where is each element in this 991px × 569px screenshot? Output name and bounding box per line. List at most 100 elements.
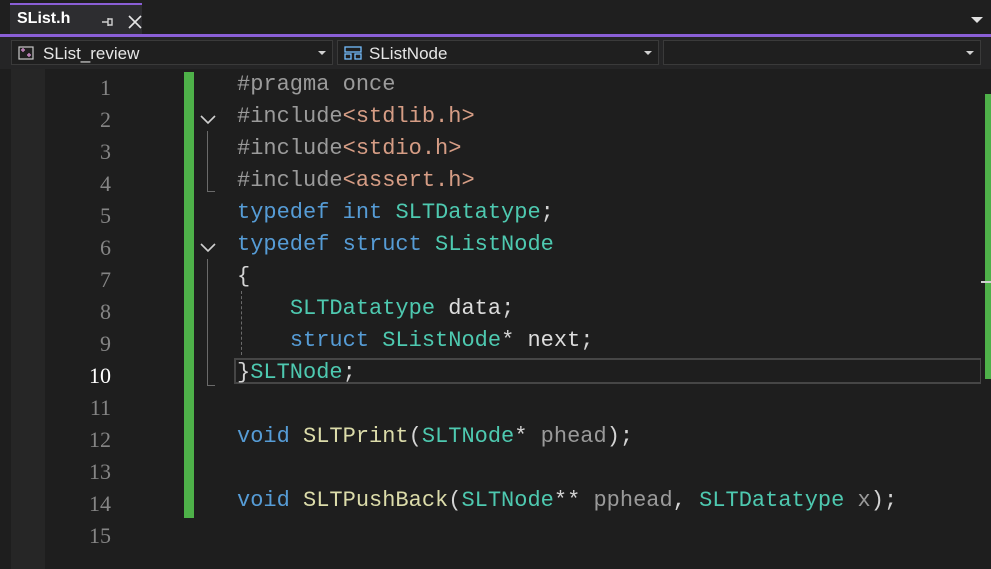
punctuation: (	[448, 488, 462, 513]
type-name: SLTDatatype	[699, 488, 845, 513]
fold-chevron-icon[interactable]	[199, 238, 217, 256]
code-line-10[interactable]: }SLTNode;	[237, 360, 356, 392]
parameter: pphead	[593, 488, 673, 513]
line-number: 5	[100, 203, 111, 228]
keyword: void	[237, 424, 290, 449]
code-line-9[interactable]: struct SListNode* next;	[237, 328, 594, 360]
code-line-1[interactable]: #pragma once	[237, 72, 395, 104]
scope-dropdown[interactable]: SListNode	[337, 40, 659, 65]
punctuation: *	[501, 328, 515, 353]
code-line-12[interactable]: void SLTPrint(SLTNode* phead);	[237, 424, 633, 456]
member-dropdown[interactable]	[663, 40, 981, 65]
line-number: 7	[100, 267, 111, 292]
line-number: 8	[100, 299, 111, 324]
close-icon[interactable]	[128, 14, 142, 29]
parameter: phead	[540, 424, 607, 449]
line-number: 4	[100, 171, 111, 196]
line-number: 3	[100, 139, 111, 164]
type-name: SListNode	[382, 328, 502, 353]
type-name: SLTNode	[250, 360, 343, 385]
preprocessor-directive: #include	[237, 104, 343, 129]
include-path: <stdio.h>	[342, 136, 462, 161]
fold-region-end	[207, 385, 215, 386]
pin-icon[interactable]	[100, 14, 114, 28]
chevron-down-icon	[318, 51, 326, 55]
identifier: data	[448, 296, 502, 321]
identifier: next	[527, 328, 581, 353]
function-name: SLTPrint	[303, 424, 409, 449]
punctuation: *	[514, 424, 528, 449]
include-path: <stdlib.h>	[342, 104, 475, 129]
fold-chevron-icon[interactable]	[199, 110, 217, 128]
preprocessor-directive: #include	[237, 136, 343, 161]
code-line-4[interactable]: #include<assert.h>	[237, 168, 475, 200]
project-dropdown[interactable]: SList_review	[11, 40, 333, 65]
line-number: 2	[100, 107, 111, 132]
preprocessor-directive: #pragma once	[237, 72, 396, 97]
keyword: void	[237, 488, 290, 513]
code-editor[interactable]: 1 2 3 4 5 6 7 8 9 10 11 12 13 14 15 #pra	[0, 69, 991, 569]
scrollbar-caret-marker	[981, 281, 991, 283]
scope-label: SListNode	[369, 44, 448, 63]
code-line-7[interactable]: {	[237, 264, 250, 296]
keyword: struct	[342, 232, 422, 257]
punctuation: ;	[580, 328, 594, 353]
include-path: <assert.h>	[342, 168, 475, 193]
tab-strip: SList.h	[0, 0, 991, 36]
parameter: x	[857, 488, 871, 513]
punctuation: );	[606, 424, 634, 449]
punctuation: ;	[342, 360, 356, 385]
line-number-current: 10	[89, 363, 111, 388]
code-line-5[interactable]: typedef int SLTDatatype;	[237, 200, 554, 232]
keyword: typedef	[237, 200, 330, 225]
chevron-down-icon	[966, 51, 974, 55]
punctuation: }	[237, 360, 251, 385]
fold-region-line	[207, 259, 208, 385]
keyword: int	[342, 200, 383, 225]
tab-list-dropdown-icon[interactable]	[971, 17, 983, 23]
scrollbar-change-marker	[985, 94, 991, 379]
project-label: SList_review	[43, 44, 140, 63]
change-tracking-bar	[184, 72, 194, 518]
punctuation: {	[237, 264, 251, 289]
fold-region-end	[207, 191, 215, 192]
type-name: SListNode	[435, 232, 554, 257]
line-number: 1	[100, 75, 111, 100]
punctuation: ;	[540, 200, 554, 225]
line-number: 11	[89, 395, 111, 420]
preprocessor-directive: #include	[237, 168, 343, 193]
code-line-6[interactable]: typedef struct SListNode	[237, 232, 554, 264]
struct-icon	[344, 45, 362, 61]
keyword: typedef	[237, 232, 330, 257]
function-name: SLTPushBack	[303, 488, 449, 513]
line-number: 13	[89, 459, 111, 484]
punctuation: ,	[672, 488, 686, 513]
code-line-8[interactable]: SLTDatatype data;	[237, 296, 514, 328]
code-line-2[interactable]: #include<stdlib.h>	[237, 104, 475, 136]
navigation-bar: SList_review SListNode	[0, 37, 991, 69]
punctuation: );	[870, 488, 898, 513]
punctuation: **	[553, 488, 581, 513]
line-number: 15	[89, 523, 111, 548]
type-name: SLTDatatype	[289, 296, 436, 321]
code-line-3[interactable]: #include<stdio.h>	[237, 136, 461, 168]
indicator-margin	[11, 69, 45, 569]
tab-title[interactable]: SList.h	[17, 10, 70, 28]
type-name: SLTNode	[421, 424, 515, 449]
line-number: 14	[89, 491, 111, 516]
keyword: struct	[289, 328, 370, 353]
line-number: 9	[100, 331, 111, 356]
tab-slist-h[interactable]: SList.h	[10, 3, 142, 34]
code-line-14[interactable]: void SLTPushBack(SLTNode** pphead, SLTDa…	[237, 488, 897, 520]
fold-region-line	[207, 131, 208, 191]
punctuation: (	[408, 424, 422, 449]
vertical-scrollbar[interactable]	[981, 69, 991, 569]
line-number: 6	[100, 235, 111, 260]
project-icon	[18, 45, 36, 61]
chevron-down-icon	[644, 51, 652, 55]
type-name: SLTDatatype	[395, 200, 541, 225]
line-number: 12	[89, 427, 111, 452]
editor-window: SList.h SList_review SListNode 1 2 3 4 5…	[0, 0, 991, 569]
punctuation: ;	[501, 296, 515, 321]
type-name: SLTNode	[461, 488, 554, 513]
